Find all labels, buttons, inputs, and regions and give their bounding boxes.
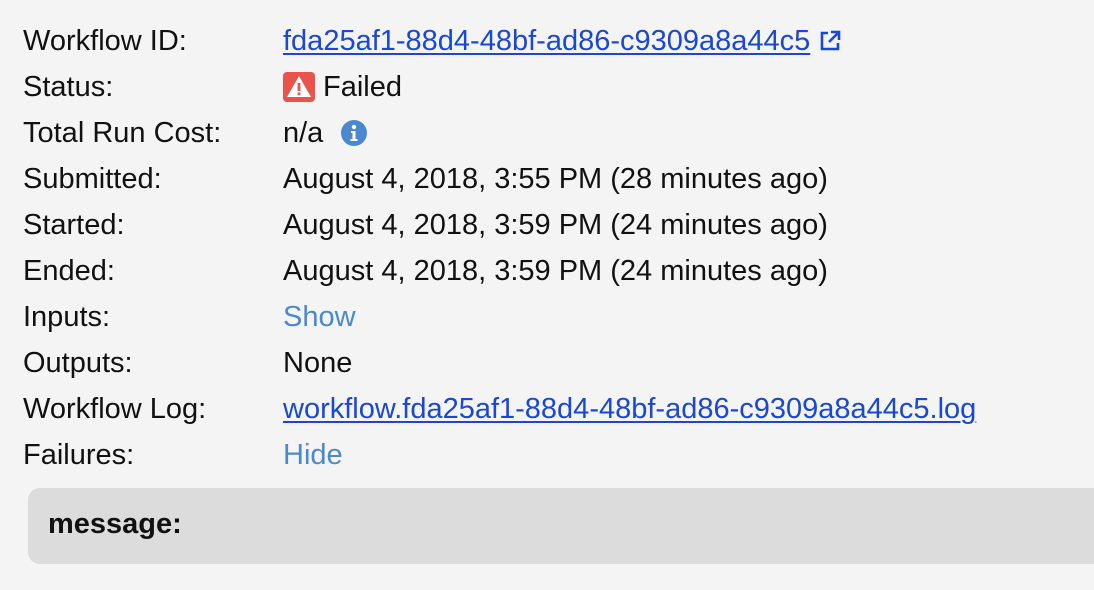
total-run-cost-value: n/a (283, 117, 324, 149)
workflow-id-row: Workflow ID: fda25af1-88d4-48bf-ad86-c93… (23, 18, 1083, 64)
ended-label: Ended: (23, 255, 115, 287)
workflow-id-link[interactable]: fda25af1-88d4-48bf-ad86-c9309a8a44c5 (283, 18, 810, 64)
total-run-cost-row: Total Run Cost: n/a (23, 110, 1083, 156)
workflow-id-value-group: fda25af1-88d4-48bf-ad86-c9309a8a44c5 (283, 18, 843, 64)
failures-row: Failures: Hide (23, 432, 1083, 478)
outputs-label: Outputs: (23, 347, 133, 379)
inputs-show-toggle[interactable]: Show (283, 294, 356, 340)
status-value: Failed (323, 71, 402, 103)
warning-icon (283, 72, 315, 102)
submitted-label: Submitted: (23, 163, 162, 195)
submitted-row: Submitted: August 4, 2018, 3:55 PM (28 m… (23, 156, 1083, 202)
workflow-log-row: Workflow Log: workflow.fda25af1-88d4-48b… (23, 386, 1083, 432)
failure-message-label: message: (48, 508, 182, 540)
failures-hide-toggle[interactable]: Hide (283, 432, 343, 478)
external-link-icon[interactable] (817, 28, 843, 54)
workflow-details: Workflow ID: fda25af1-88d4-48bf-ad86-c93… (23, 18, 1083, 478)
status-row: Status: Failed (23, 64, 1083, 110)
failure-message-box: message: (28, 488, 1094, 564)
workflow-log-link[interactable]: workflow.fda25af1-88d4-48bf-ad86-c9309a8… (283, 386, 976, 432)
info-icon[interactable] (340, 119, 368, 147)
status-label: Status: (23, 71, 114, 103)
started-row: Started: August 4, 2018, 3:59 PM (24 min… (23, 202, 1083, 248)
started-label: Started: (23, 209, 125, 241)
total-run-cost-value-group: n/a (283, 110, 368, 156)
outputs-value: None (283, 347, 353, 379)
inputs-row: Inputs: Show (23, 294, 1083, 340)
workflow-id-label: Workflow ID: (23, 25, 187, 57)
submitted-value: August 4, 2018, 3:55 PM (28 minutes ago) (283, 163, 828, 195)
started-value: August 4, 2018, 3:59 PM (24 minutes ago) (283, 209, 828, 241)
failures-label: Failures: (23, 439, 135, 471)
ended-value: August 4, 2018, 3:59 PM (24 minutes ago) (283, 255, 828, 287)
total-run-cost-label: Total Run Cost: (23, 117, 222, 149)
outputs-row: Outputs: None (23, 340, 1083, 386)
status-value-group: Failed (283, 64, 402, 110)
ended-row: Ended: August 4, 2018, 3:59 PM (24 minut… (23, 248, 1083, 294)
inputs-label: Inputs: (23, 301, 111, 333)
workflow-log-label: Workflow Log: (23, 393, 207, 425)
